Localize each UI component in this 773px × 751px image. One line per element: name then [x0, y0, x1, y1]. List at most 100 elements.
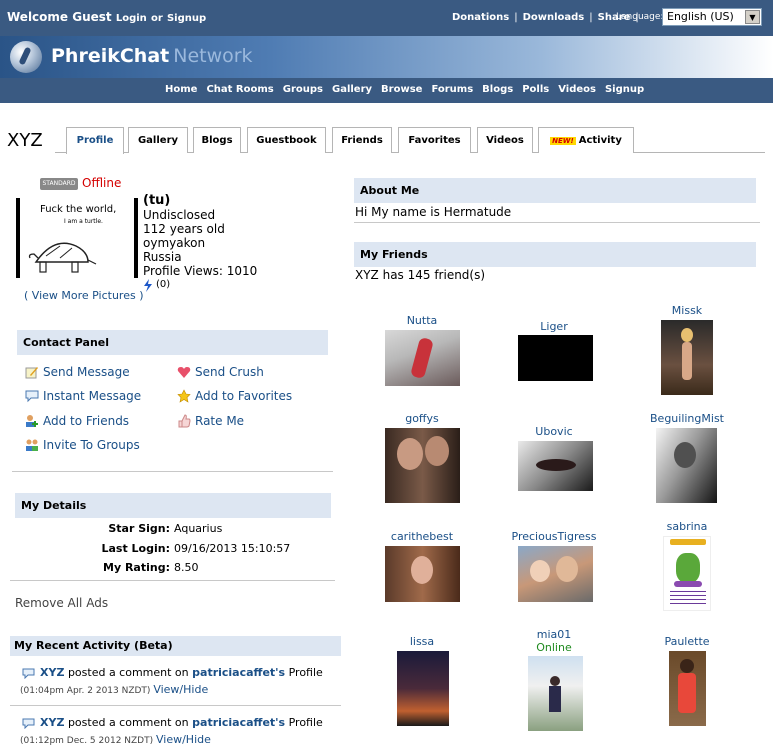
friend-photo[interactable]	[528, 656, 583, 731]
tab-profile[interactable]: Profile	[66, 127, 124, 154]
friend-card[interactable]: PreciousTigress	[504, 530, 604, 543]
friend-name[interactable]: Ubovic	[504, 425, 604, 438]
tab-videos[interactable]: Videos	[477, 127, 533, 153]
friend-photo[interactable]	[518, 546, 593, 602]
downloads-link[interactable]: Downloads	[523, 12, 585, 23]
view-hide-link[interactable]: View/Hide	[153, 683, 208, 696]
friend-name[interactable]: Liger	[504, 320, 604, 333]
friend-photo[interactable]	[385, 330, 460, 386]
friend-name[interactable]: Missk	[637, 304, 737, 317]
nav-signup[interactable]: Signup	[605, 84, 644, 95]
profile-rating: (0)	[143, 278, 257, 292]
status-badge: Offline	[82, 176, 122, 190]
friend-name[interactable]: Nutta	[372, 314, 472, 327]
friend-card[interactable]: lissa	[372, 635, 472, 648]
friend-card[interactable]: sabrina	[637, 520, 737, 533]
friend-card[interactable]: mia01 Online	[504, 628, 604, 654]
profile-views: Profile Views: 1010	[143, 264, 258, 278]
profile-country: Russia	[143, 250, 182, 264]
friend-card[interactable]: Ubovic	[504, 425, 604, 438]
friend-card[interactable]: carithebest	[372, 530, 472, 543]
friend-card[interactable]: Paulette	[637, 635, 737, 648]
avatar[interactable]: Fuck the world, I am a turtle.	[16, 198, 138, 278]
new-badge: NEW!	[550, 137, 576, 145]
friend-photo[interactable]	[656, 428, 717, 503]
add-user-icon	[26, 415, 38, 427]
donations-link[interactable]: Donations	[452, 12, 509, 23]
friend-photo[interactable]	[663, 536, 711, 611]
welcome-label: Welcome Guest	[7, 10, 112, 24]
friend-photo[interactable]	[518, 441, 593, 491]
activity-user-link[interactable]: XYZ	[40, 666, 64, 679]
divider	[10, 580, 335, 581]
heart-icon	[177, 367, 191, 378]
rate-me-link[interactable]: Rate Me	[177, 414, 244, 428]
language-select[interactable]: English (US) ▼	[662, 8, 762, 26]
divider	[12, 471, 333, 472]
friend-name[interactable]: mia01	[504, 628, 604, 641]
add-to-favorites-link[interactable]: Add to Favorites	[177, 389, 292, 403]
friend-name[interactable]: Paulette	[637, 635, 737, 648]
friend-photo[interactable]	[669, 651, 706, 726]
logo-icon[interactable]	[10, 41, 42, 73]
signup-link[interactable]: Signup	[167, 13, 206, 24]
nav-home[interactable]: Home	[165, 84, 197, 95]
nav-blogs[interactable]: Blogs	[482, 84, 513, 95]
activity-target-link[interactable]: patriciacaffet's	[192, 666, 285, 679]
invite-to-groups-link[interactable]: Invite To Groups	[25, 438, 140, 452]
friend-name[interactable]: goffys	[372, 412, 472, 425]
top-bar: Welcome Guest Login or Signup Donations …	[0, 0, 773, 36]
nav-videos[interactable]: Videos	[558, 84, 596, 95]
send-crush-link[interactable]: Send Crush	[177, 365, 264, 379]
friend-card[interactable]: Liger	[504, 320, 604, 333]
tab-guestbook[interactable]: Guestbook	[247, 127, 326, 153]
friend-card[interactable]: goffys	[372, 412, 472, 425]
activity-item: XYZ posted a comment on patriciacaffet's…	[20, 666, 323, 696]
tab-favorites[interactable]: Favorites	[398, 127, 471, 153]
profile-info: (tu) Undisclosed 112 years old oymyakon …	[143, 194, 257, 292]
login-link[interactable]: Login	[116, 13, 147, 24]
details-panel-header: My Details	[15, 493, 331, 518]
speech-bubble-icon	[25, 390, 39, 403]
avatar-subcaption: I am a turtle.	[64, 218, 103, 225]
nav-forums[interactable]: Forums	[431, 84, 473, 95]
profile-nickname: (tu)	[143, 193, 171, 208]
friend-photo[interactable]	[397, 651, 449, 726]
status-badge: Online	[536, 641, 572, 654]
tab-friends[interactable]: Friends	[332, 127, 392, 153]
friend-photo[interactable]	[385, 546, 460, 602]
view-more-pictures-link[interactable]: ( View More Pictures )	[24, 289, 144, 302]
thumbs-up-icon	[178, 414, 191, 428]
friend-card[interactable]: Nutta	[372, 314, 472, 327]
site-logo[interactable]: PhreikChat Network	[51, 45, 253, 67]
comment-icon	[22, 668, 35, 679]
friend-card[interactable]: BeguilingMist	[637, 412, 737, 425]
friend-name[interactable]: BeguilingMist	[637, 412, 737, 425]
friend-photo[interactable]	[518, 335, 593, 381]
nav-polls[interactable]: Polls	[522, 84, 549, 95]
friend-name[interactable]: PreciousTigress	[504, 530, 604, 543]
instant-message-link[interactable]: Instant Message	[25, 389, 141, 403]
nav-groups[interactable]: Groups	[283, 84, 323, 95]
tab-activity[interactable]: NEW! Activity	[538, 127, 634, 153]
tab-blogs[interactable]: Blogs	[193, 127, 241, 153]
activity-user-link[interactable]: XYZ	[40, 716, 64, 729]
send-message-link[interactable]: Send Message	[25, 365, 130, 379]
chevron-down-icon[interactable]: ▼	[745, 10, 760, 24]
nav-browse[interactable]: Browse	[381, 84, 422, 95]
friend-name[interactable]: sabrina	[637, 520, 737, 533]
remove-ads-link[interactable]: Remove All Ads	[15, 596, 108, 610]
brand-banner: PhreikChat Network	[0, 36, 773, 78]
add-to-friends-link[interactable]: Add to Friends	[25, 414, 129, 428]
friend-photo[interactable]	[385, 428, 460, 503]
nav-chat-rooms[interactable]: Chat Rooms	[206, 84, 273, 95]
activity-target-link[interactable]: patriciacaffet's	[192, 716, 285, 729]
friend-card[interactable]: Missk	[637, 304, 737, 317]
about-me-text: Hi My name is Hermatude	[355, 205, 512, 219]
tab-gallery[interactable]: Gallery	[128, 127, 188, 153]
friend-photo[interactable]	[661, 320, 713, 395]
view-hide-link[interactable]: View/Hide	[156, 733, 211, 746]
nav-gallery[interactable]: Gallery	[332, 84, 372, 95]
friend-name[interactable]: lissa	[372, 635, 472, 648]
friend-name[interactable]: carithebest	[372, 530, 472, 543]
